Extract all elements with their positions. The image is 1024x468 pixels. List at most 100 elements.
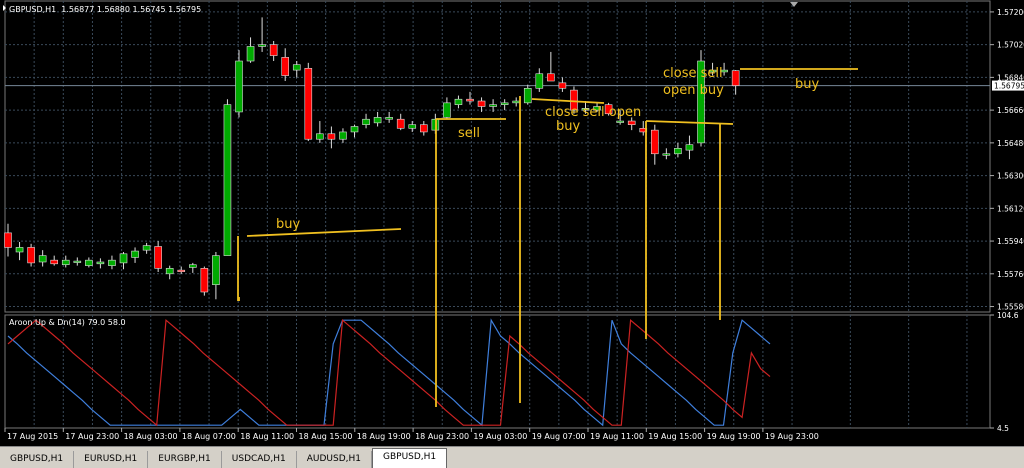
- candle-body: [523, 87, 532, 104]
- price-axis-label: 1.55940: [997, 237, 1024, 246]
- candle-body: [50, 259, 59, 265]
- candle-body: [223, 104, 232, 256]
- price-chart-svg[interactable]: 17 Aug 2015 17 Aug 23:00 18 Aug 03:00 18 Au…: [0, 0, 1024, 446]
- price-axis-label: 1.56300: [997, 172, 1024, 181]
- time-axis-label: 19 Aug 03:00: [473, 432, 527, 441]
- symbol-header: GBPUSD,H1 1.56877 1.56880 1.56745 1.56795: [9, 5, 201, 14]
- price-axis-label: 1.56660: [997, 106, 1024, 115]
- candle-body: [108, 259, 116, 266]
- time-axis-label: 19 Aug 15:00: [648, 432, 702, 441]
- price-axis-label: 1.55760: [997, 270, 1024, 279]
- annotation-close-sell-1b: buy: [556, 119, 580, 134]
- candle-body: [362, 118, 370, 125]
- candle-body: [304, 67, 313, 140]
- candle-body: [212, 255, 220, 286]
- candle-body: [327, 133, 336, 140]
- candle-body: [454, 98, 463, 105]
- candle-body: [269, 44, 278, 56]
- candle-body: [408, 124, 417, 129]
- time-axis-label: 18 Aug 11:00: [240, 432, 294, 441]
- candle-body: [674, 148, 682, 155]
- candle-body: [350, 126, 359, 133]
- candle-body: [27, 247, 35, 264]
- time-axis-label: 17 Aug 23:00: [65, 432, 119, 441]
- candle-body: [38, 255, 47, 263]
- candle-body: [339, 131, 347, 140]
- price-axis-label: 1.57020: [997, 41, 1024, 50]
- price-axis-label: 1.56480: [997, 139, 1024, 148]
- symbol-tab-5[interactable]: GBPUSD,H1: [372, 448, 448, 468]
- annotation-close-sell-1a: close sell open: [545, 105, 641, 120]
- symbol-tab-0[interactable]: GBPUSD,H1: [0, 451, 75, 468]
- price-axis-label: 1.57200: [997, 8, 1024, 17]
- candle-body: [558, 82, 567, 89]
- annotation-buy-2: buy: [795, 77, 819, 92]
- candle-body: [466, 98, 474, 102]
- time-axis-label: 18 Aug 23:00: [415, 432, 469, 441]
- candle-body: [154, 246, 162, 269]
- candle-body: [731, 70, 740, 86]
- price-axis-label: 1.56120: [997, 204, 1024, 213]
- time-axis-label: 18 Aug 03:00: [124, 432, 178, 441]
- candle-body: [73, 260, 82, 263]
- candle-body: [443, 102, 451, 118]
- candle-body: [662, 153, 671, 156]
- time-axis-label: 19 Aug 23:00: [765, 432, 819, 441]
- candle-body: [650, 129, 659, 155]
- candle-body: [373, 117, 382, 124]
- symbol-tab-2[interactable]: EURGBP,H1: [148, 451, 222, 468]
- indicator-scale-label: 104.6: [997, 311, 1019, 320]
- chart-window: 17 Aug 2015 17 Aug 23:00 18 Aug 03:00 18 Au…: [0, 0, 1024, 468]
- candle-body: [627, 120, 636, 125]
- symbol-label: GBPUSD,H1: [9, 5, 56, 14]
- candle-body: [131, 250, 139, 258]
- time-axis-label: 19 Aug 11:00: [590, 432, 644, 441]
- candle-body: [292, 64, 301, 71]
- candle-body: [419, 124, 428, 133]
- candle-body: [547, 73, 555, 82]
- candle-body: [512, 100, 521, 104]
- candle-body: [477, 100, 486, 107]
- candle-body: [142, 245, 151, 251]
- time-axis-label: 19 Aug 07:00: [532, 432, 586, 441]
- time-axis-label: 18 Aug 19:00: [357, 432, 411, 441]
- candle-body: [235, 60, 243, 113]
- candle-body: [685, 144, 694, 151]
- candle-body: [616, 120, 624, 123]
- candle-body: [385, 117, 393, 120]
- time-axis-label: 18 Aug 15:00: [299, 432, 353, 441]
- candle-body: [258, 44, 266, 47]
- indicator-header: Aroon Up & Dn(14) 79.0 58.0: [9, 318, 126, 327]
- time-axis-label: 17 Aug 2015: [7, 432, 58, 441]
- candle-body: [396, 118, 405, 129]
- candle-body: [119, 253, 128, 264]
- candle-body: [4, 232, 12, 248]
- symbol-tab-bar: GBPUSD,H1 EURUSD,H1 EURGBP,H1 USDCAD,H1 AUDU…: [0, 446, 1024, 468]
- annotation-close-sell-2b: open buy: [663, 83, 724, 98]
- ohlc-label: 1.56877 1.56880 1.56745 1.56795: [61, 5, 201, 14]
- annotation-buy-1: buy: [276, 217, 300, 232]
- candle-body: [85, 259, 93, 266]
- candle-body: [165, 268, 174, 275]
- current-price-label: 1.56795: [994, 82, 1024, 91]
- candle-body: [489, 104, 497, 107]
- candle-body: [316, 133, 324, 140]
- candle-body: [96, 261, 105, 265]
- candle-body: [61, 259, 70, 266]
- annotation-sell-1: sell: [458, 126, 480, 141]
- annotation-close-sell-2a: close sell: [663, 66, 723, 81]
- time-axis-label: 19 Aug 19:00: [707, 432, 761, 441]
- candle-body: [177, 269, 186, 272]
- chart-background: [0, 0, 1024, 446]
- indicator-scale-label: 4.5: [997, 424, 1009, 433]
- symbol-tab-1[interactable]: EURUSD,H1: [74, 451, 149, 468]
- candle-body: [281, 57, 290, 76]
- candle-body: [200, 268, 209, 293]
- candle-body: [189, 264, 197, 268]
- candle-body: [535, 73, 544, 89]
- symbol-tab-4[interactable]: AUDUSD,H1: [296, 451, 372, 468]
- candle-body: [15, 247, 24, 253]
- candle-body: [246, 46, 255, 62]
- time-axis-label: 18 Aug 07:00: [182, 432, 236, 441]
- symbol-tab-3[interactable]: USDCAD,H1: [221, 451, 297, 468]
